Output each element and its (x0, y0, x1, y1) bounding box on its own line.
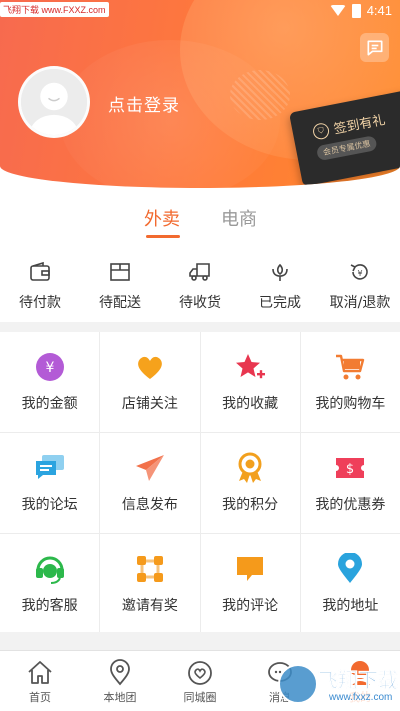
messages-button[interactable] (360, 33, 389, 62)
svg-text:¥: ¥ (357, 269, 362, 278)
feature-my-coupons[interactable]: $ 我的优惠券 (300, 433, 400, 533)
feature-invite-rewards[interactable]: 邀请有奖 (100, 534, 200, 634)
feature-label: 我的金额 (21, 396, 78, 412)
status-bar: 飞翔下载 www.FXXZ.com 4:41 (0, 0, 400, 22)
feature-my-favorites[interactable]: 我的收藏 (200, 332, 300, 432)
battery-icon (351, 3, 361, 18)
order-label: 待付款 (19, 295, 61, 311)
order-cancel-refund[interactable]: ¥ 取消/退款 (320, 260, 400, 320)
order-label: 待收货 (179, 295, 221, 311)
chat-bubbles-icon (35, 455, 64, 479)
active-tab-indicator (146, 235, 180, 238)
refund-icon: ¥ (350, 264, 368, 280)
paper-plane-icon (135, 455, 164, 481)
svg-text:$: $ (346, 462, 354, 477)
wallet-icon (30, 261, 50, 281)
signin-title: 签到有礼 (332, 112, 387, 138)
map-pin-icon (110, 659, 130, 686)
clock: 4:41 (366, 3, 392, 18)
location-pin-icon (338, 553, 363, 583)
home-icon (28, 661, 52, 684)
feature-my-balance[interactable]: ¥ 我的金额 (0, 332, 100, 432)
cart-icon (336, 354, 365, 380)
truck-icon (189, 263, 210, 281)
watermark-badge-icon (278, 664, 318, 704)
svg-text:¥: ¥ (45, 360, 54, 376)
feature-post-info[interactable]: 信息发布 (100, 433, 200, 533)
order-status-row: 待付款 待配送 待收货 已完成 ¥ 取消/退款 (0, 260, 400, 320)
nav-home[interactable]: 首页 (0, 651, 80, 711)
feature-label: 我的客服 (21, 598, 78, 614)
feature-label: 我的地址 (322, 598, 379, 614)
order-pending-payment[interactable]: 待付款 (0, 260, 80, 320)
feature-label: 我的优惠券 (315, 497, 386, 513)
feature-my-cart[interactable]: 我的购物车 (300, 332, 400, 432)
heart-circle-icon (188, 661, 212, 685)
feature-label: 店铺关注 (121, 396, 178, 412)
comment-icon (237, 557, 264, 581)
gift-icon: ⛉ (311, 121, 331, 141)
feature-my-address[interactable]: 我的地址 (300, 534, 400, 634)
star-plus-icon (236, 354, 266, 379)
chat-icon (367, 40, 382, 56)
heart-icon (138, 356, 162, 379)
order-type-tabs: 外卖 电商 (0, 205, 400, 239)
header-dots-decoration (230, 70, 290, 120)
order-label: 已完成 (259, 295, 301, 311)
feature-store-follow[interactable]: 店铺关注 (100, 332, 200, 432)
watermark-url: www.fxxz.com (326, 692, 396, 703)
wifi-icon (329, 5, 346, 16)
order-pending-delivery[interactable]: 待配送 (80, 260, 160, 320)
status-icons: 4:41 (329, 3, 392, 18)
watermark-title: 飞翔下载 (318, 668, 399, 693)
coupon-icon: $ (336, 458, 365, 478)
feature-label: 我的收藏 (222, 396, 279, 412)
tab-takeout[interactable]: 外卖 (144, 205, 180, 231)
yuan-coin-icon: ¥ (35, 353, 64, 381)
nav-label: 首页 (29, 691, 51, 704)
flower-icon (272, 263, 288, 281)
feature-label: 我的论坛 (21, 497, 78, 513)
headset-icon (35, 556, 64, 584)
signin-row: ⛉ 签到有礼 (311, 109, 387, 142)
tab-ecommerce[interactable]: 电商 (221, 205, 257, 231)
package-icon (110, 263, 130, 281)
feature-grid: ¥ 我的金额 店铺关注 我的收藏 我的购物车 我的论坛 信息发布 我的积分 $ … (0, 332, 400, 634)
feature-my-forum[interactable]: 我的论坛 (0, 433, 100, 533)
nav-label: 同城圈 (183, 691, 217, 704)
watermark-logo: 飞翔下载 www.fxxz.com (262, 662, 400, 711)
watermark-label: 飞翔下载 www.FXXZ.com (0, 2, 109, 17)
feature-label: 信息发布 (121, 497, 178, 513)
feature-my-comments[interactable]: 我的评论 (200, 534, 300, 634)
feature-customer-service[interactable]: 我的客服 (0, 534, 100, 634)
nav-city-circle[interactable]: 同城圈 (160, 651, 240, 711)
order-label: 取消/退款 (329, 295, 391, 311)
section-divider (0, 322, 400, 332)
feature-my-points[interactable]: 我的积分 (200, 433, 300, 533)
medal-icon (238, 452, 262, 483)
default-avatar-icon (21, 69, 87, 135)
profile-header: 飞翔下载 www.FXXZ.com 4:41 点击登录 ⛉ 签到有礼 会员专属优… (0, 0, 400, 188)
nav-local-group[interactable]: 本地团 (80, 651, 160, 711)
profile-page: 飞翔下载 www.FXXZ.com 4:41 点击登录 ⛉ 签到有礼 会员专属优… (0, 0, 400, 711)
feature-label: 邀请有奖 (121, 598, 178, 614)
login-link[interactable]: 点击登录 (108, 91, 180, 116)
feature-label: 我的购物车 (315, 396, 386, 412)
nodes-icon (136, 556, 163, 582)
order-completed[interactable]: 已完成 (240, 260, 320, 320)
avatar[interactable] (18, 66, 90, 138)
feature-label: 我的评论 (222, 598, 279, 614)
nav-label: 本地团 (103, 691, 137, 704)
order-label: 待配送 (99, 295, 141, 311)
feature-label: 我的积分 (222, 497, 279, 513)
order-pending-receipt[interactable]: 待收货 (160, 260, 240, 320)
section-divider (0, 632, 400, 650)
